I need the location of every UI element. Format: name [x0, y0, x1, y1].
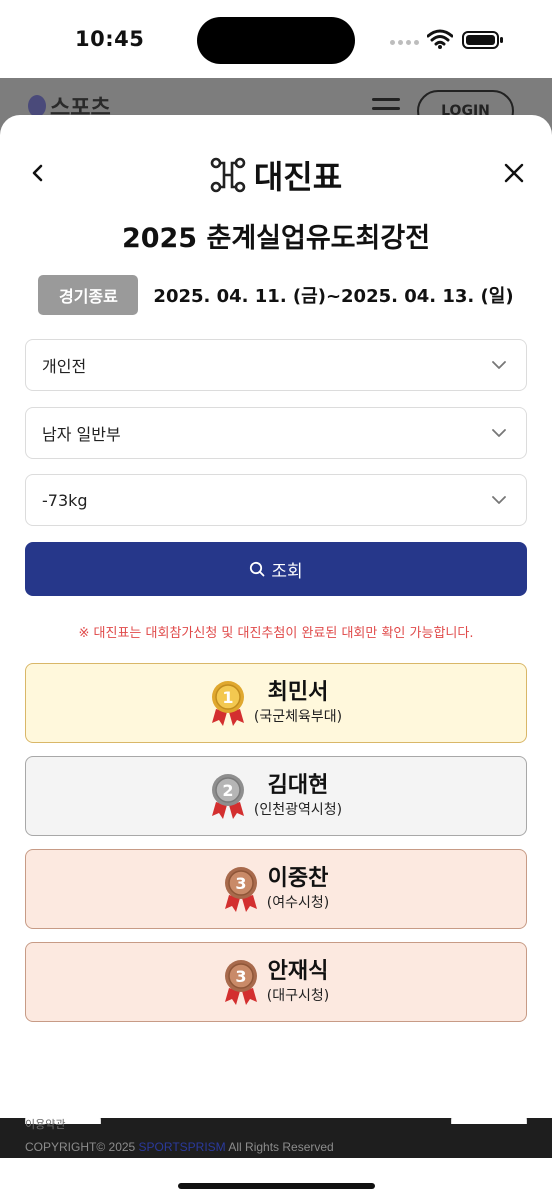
event-date-range: 2025. 04. 11. (금)~2025. 04. 13. (일) [153, 286, 514, 307]
person-name: 이중찬 [267, 866, 329, 891]
copyright-brand: SPORTSPRISM [138, 1140, 226, 1154]
person-team: (인천광역시청) [253, 802, 343, 818]
medal-rank-3: 3 [235, 874, 246, 893]
result-card-silver[interactable]: 2 김대현 (인천광역시청) [25, 756, 527, 836]
division-select[interactable]: 남자 일반부 [25, 407, 527, 459]
gold-medal-icon: 1 [211, 681, 244, 726]
result-card-bronze[interactable]: 3 안재식 (대구시청) [25, 942, 527, 1022]
chevron-down-icon [492, 360, 506, 369]
result-card-gold[interactable]: 1 최민서 (국군체육부대) [25, 663, 527, 743]
footer-terms: 이용약관 [25, 1118, 66, 1131]
search-label: 조회 [271, 561, 303, 582]
chevron-down-icon [492, 428, 506, 437]
signal-icon [390, 40, 419, 45]
result-person: 이중찬 (여수시청) [267, 865, 329, 913]
match-type-select[interactable]: 개인전 [25, 339, 527, 391]
footer-copyright: COPYRIGHT© 2025 SPORTSPRISM All Rights R… [25, 1140, 334, 1154]
dynamic-island [197, 17, 355, 64]
chevron-down-icon [492, 495, 506, 504]
logo-mark-icon [28, 95, 46, 117]
person-team: (여수시청) [266, 895, 330, 911]
result-person: 김대현 (인천광역시청) [254, 772, 342, 820]
result-card-bronze[interactable]: 3 이중찬 (여수시청) [25, 849, 527, 929]
bronze-medal-icon: 3 [224, 960, 257, 1005]
person-name: 안재식 [267, 959, 329, 984]
close-button[interactable] [500, 159, 528, 187]
match-type-value: 개인전 [42, 357, 87, 376]
bracket-modal: 대진표 2025 춘계실업유도최강전 경기종료 2025. 04. 11. (금… [0, 115, 552, 1118]
person-team: (대구시청) [266, 988, 330, 1004]
copyright-suffix: All Rights Reserved [225, 1140, 334, 1154]
close-icon [504, 163, 524, 183]
person-name: 최민서 [267, 680, 329, 705]
bottom-safe-area [0, 1158, 552, 1200]
home-indicator [178, 1183, 375, 1189]
status-badge: 경기종료 [38, 275, 139, 315]
silver-medal-icon: 2 [211, 774, 244, 819]
bracket-icon [210, 157, 246, 193]
wifi-icon [427, 29, 453, 49]
copyright-prefix: COPYRIGHT© 2025 [25, 1140, 139, 1154]
bronze-medal-icon: 3 [224, 867, 257, 912]
status-time: 10:45 [75, 27, 145, 51]
result-person: 안재식 (대구시청) [267, 958, 329, 1006]
search-icon [250, 561, 265, 577]
modal-heading: 대진표 [0, 152, 552, 198]
battery-icon [462, 31, 503, 49]
status-bar: 10:45 [0, 0, 552, 78]
event-title: 2025 춘계실업유도최강전 [121, 223, 431, 254]
medal-rank-1: 1 [222, 688, 233, 707]
weight-class-value: -73kg [42, 490, 88, 510]
division-value: 남자 일반부 [42, 425, 121, 444]
modal-title: 대진표 [253, 158, 343, 196]
medal-rank-2: 2 [222, 781, 233, 800]
person-name: 김대현 [267, 773, 329, 798]
person-team: (국군체육부대) [253, 709, 343, 725]
result-person: 최민서 (국군체육부대) [254, 679, 342, 727]
notice-text: ※ 대진표는 대회참가신청 및 대진추첨이 완료된 대회만 확인 가능합니다. [78, 626, 474, 641]
weight-class-select[interactable]: -73kg [25, 474, 527, 526]
search-button[interactable]: 조회 [25, 542, 527, 596]
event-status-row: 경기종료 2025. 04. 11. (금)~2025. 04. 13. (일) [0, 275, 552, 315]
medal-rank-3: 3 [235, 967, 246, 986]
